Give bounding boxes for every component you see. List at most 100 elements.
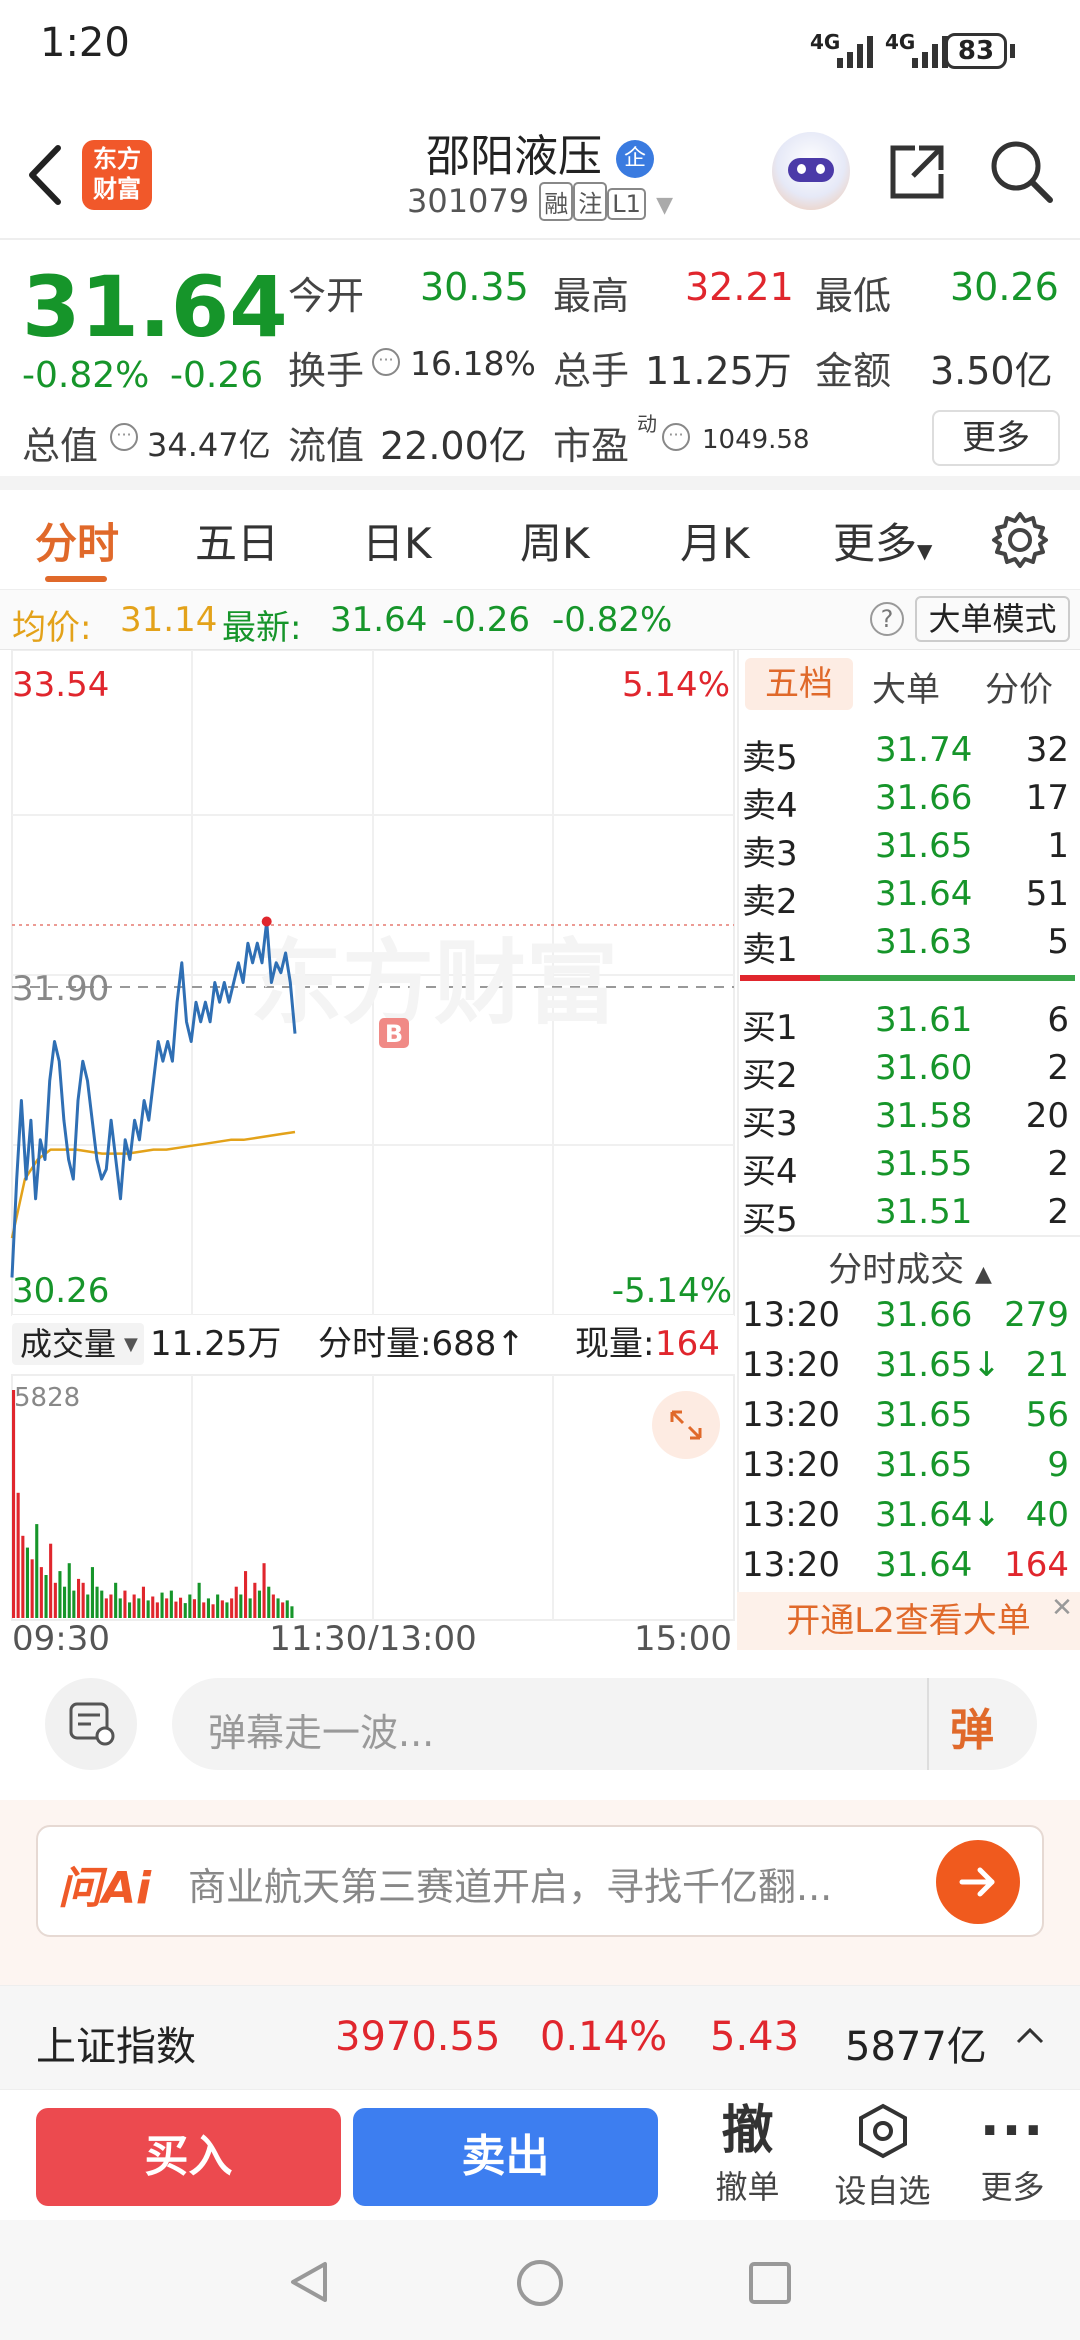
avg-price-value: 31.14 (120, 600, 218, 640)
ai-section: 问Ai 商业航天第三赛道开启，寻找千亿翻... (0, 1800, 1080, 1985)
ai-go-arrow-icon[interactable] (936, 1840, 1020, 1924)
amount-value: 3.50亿 (930, 349, 1053, 393)
bid-qty: 2 (1047, 1144, 1069, 1184)
time-start-label: 09:30 (12, 1619, 110, 1650)
tab-big-order[interactable]: 大单 (872, 662, 940, 711)
bid-label: 买2 (742, 1056, 798, 1096)
info-icon[interactable]: ··· (372, 348, 400, 376)
tab-monthly-k[interactable]: 月K (680, 510, 750, 571)
chevron-up-icon[interactable] (1015, 2024, 1045, 2048)
tab-price-distribution[interactable]: 分价 (985, 662, 1053, 711)
enterprise-badge-icon: 企 (616, 140, 654, 178)
volume-bar (72, 1590, 76, 1618)
level-tag: L1 (607, 188, 646, 220)
ai-query-text: 商业航天第三赛道开启，寻找千亿翻... (188, 1865, 833, 1909)
volume-label: 成交量 (20, 1325, 116, 1363)
bid-price: 31.61 (875, 1000, 973, 1040)
cancel-order-button[interactable]: 撤 撤单 (690, 2100, 805, 2215)
nav-recents-icon[interactable] (747, 2260, 793, 2306)
margin-tag: 融 (539, 182, 574, 221)
ticks-title[interactable]: 分时成交 ▲ (740, 1242, 1080, 1291)
volume-bar (118, 1598, 122, 1618)
index-change: 5.43 (710, 2014, 800, 2060)
volume-bar (39, 1567, 43, 1618)
high-point-dot (261, 916, 272, 927)
open-value: 30.35 (420, 265, 529, 309)
volume-bar (197, 1582, 201, 1618)
volume-bar (211, 1604, 215, 1618)
danmu-placeholder: 弹幕走一波... (208, 1711, 435, 1755)
divider (740, 1235, 1080, 1237)
pe-dynamic-sup: 动 (637, 412, 657, 436)
volume-bar (276, 1598, 280, 1618)
cancel-icon: 撤 (721, 2101, 774, 2161)
index-amount: 5877亿 (845, 2024, 987, 2070)
battery-level: 83 (957, 36, 995, 66)
volume-value: 11.25万 (645, 349, 792, 393)
volume-bar (146, 1600, 150, 1618)
search-icon[interactable] (988, 138, 1054, 204)
ask-price: 31.63 (875, 922, 973, 962)
latest-change: -0.26 (442, 600, 530, 640)
volume-bar (58, 1571, 62, 1618)
ask-qty: 51 (1025, 874, 1069, 914)
more-actions-button[interactable]: ··· 更多 (960, 2100, 1065, 2215)
trade-action-bar: 买入 卖出 撤 撤单 设自选 ··· 更多 (0, 2090, 1080, 2220)
tab-five-level[interactable]: 五档 (745, 658, 853, 710)
volume-bar (109, 1594, 113, 1618)
open-label: 今开 (288, 274, 365, 318)
ask-qty: 32 (1025, 730, 1069, 770)
volume-bar (12, 1390, 16, 1618)
robot-assistant-icon[interactable] (772, 132, 850, 210)
tab-five-day[interactable]: 五日 (195, 510, 279, 571)
chart-tabs: 分时 五日 日K 周K 月K 更多▼ (0, 490, 1080, 590)
help-icon[interactable]: ? (870, 602, 904, 636)
signal-icon (837, 36, 873, 68)
l2-promo-banner[interactable]: 开通L2查看大单 (737, 1592, 1080, 1650)
tab-more[interactable]: 更多▼ (833, 510, 932, 571)
bid-price: 31.60 (875, 1048, 973, 1088)
time-mid-label: 11:30/13:00 (269, 1619, 476, 1650)
tab-more-label: 更多 (833, 519, 918, 568)
volume-bar (53, 1582, 57, 1618)
more-quote-button[interactable]: 更多 (932, 410, 1060, 466)
tick-time: 13:20 (742, 1295, 840, 1335)
tick-row: 13:20 31.65 9 (740, 1445, 1075, 1495)
sell-button[interactable]: 卖出 (353, 2108, 658, 2206)
tick-qty: 9 (1047, 1445, 1069, 1485)
watchlist-label: 设自选 (834, 2172, 931, 2210)
tab-weekly-k[interactable]: 周K (520, 510, 590, 571)
ask-label: 卖2 (742, 882, 798, 922)
ask-price: 31.74 (875, 730, 973, 770)
close-icon[interactable]: ✕ (1048, 1594, 1076, 1622)
status-bar: 1:20 4G 4G 83 (0, 0, 1080, 110)
settings-gear-icon[interactable] (990, 510, 1050, 570)
y-min-label: 30.26 (12, 1271, 109, 1311)
volume-dropdown-caret-icon: ▼ (124, 1334, 138, 1355)
volume-bar (67, 1563, 71, 1618)
tab-daily-k[interactable]: 日K (362, 510, 432, 571)
info-icon-2[interactable]: ··· (110, 423, 138, 451)
danmu-list-icon[interactable] (45, 1678, 137, 1770)
index-pct: 0.14% (540, 2014, 668, 2060)
current-volume-label: 现量: (575, 1324, 654, 1364)
share-icon[interactable] (885, 140, 949, 204)
add-watchlist-button[interactable]: 设自选 (820, 2100, 945, 2215)
dropdown-arrow-icon[interactable]: ▼ (656, 193, 673, 218)
status-time: 1:20 (40, 20, 130, 66)
volume-bar (216, 1594, 220, 1618)
danmu-send-button[interactable]: 弹 (950, 1694, 994, 1758)
volume-bar (285, 1600, 289, 1618)
index-ticker[interactable]: 上证指数 3970.55 0.14% 5.43 5877亿 (0, 1985, 1080, 2090)
nav-home-icon[interactable] (515, 2258, 565, 2308)
expand-chart-icon[interactable] (652, 1391, 720, 1459)
tick-time: 13:20 (742, 1545, 840, 1585)
index-value: 3970.55 (335, 2014, 501, 2060)
info-icon-3[interactable]: ··· (662, 423, 690, 451)
big-order-mode-button[interactable]: 大单模式 (915, 596, 1070, 642)
tick-price: 31.65 (875, 1445, 973, 1485)
buy-button[interactable]: 买入 (36, 2108, 341, 2206)
volume-bar (132, 1594, 136, 1618)
tab-intraday[interactable]: 分时 (35, 510, 119, 571)
nav-back-icon[interactable] (285, 2258, 333, 2306)
